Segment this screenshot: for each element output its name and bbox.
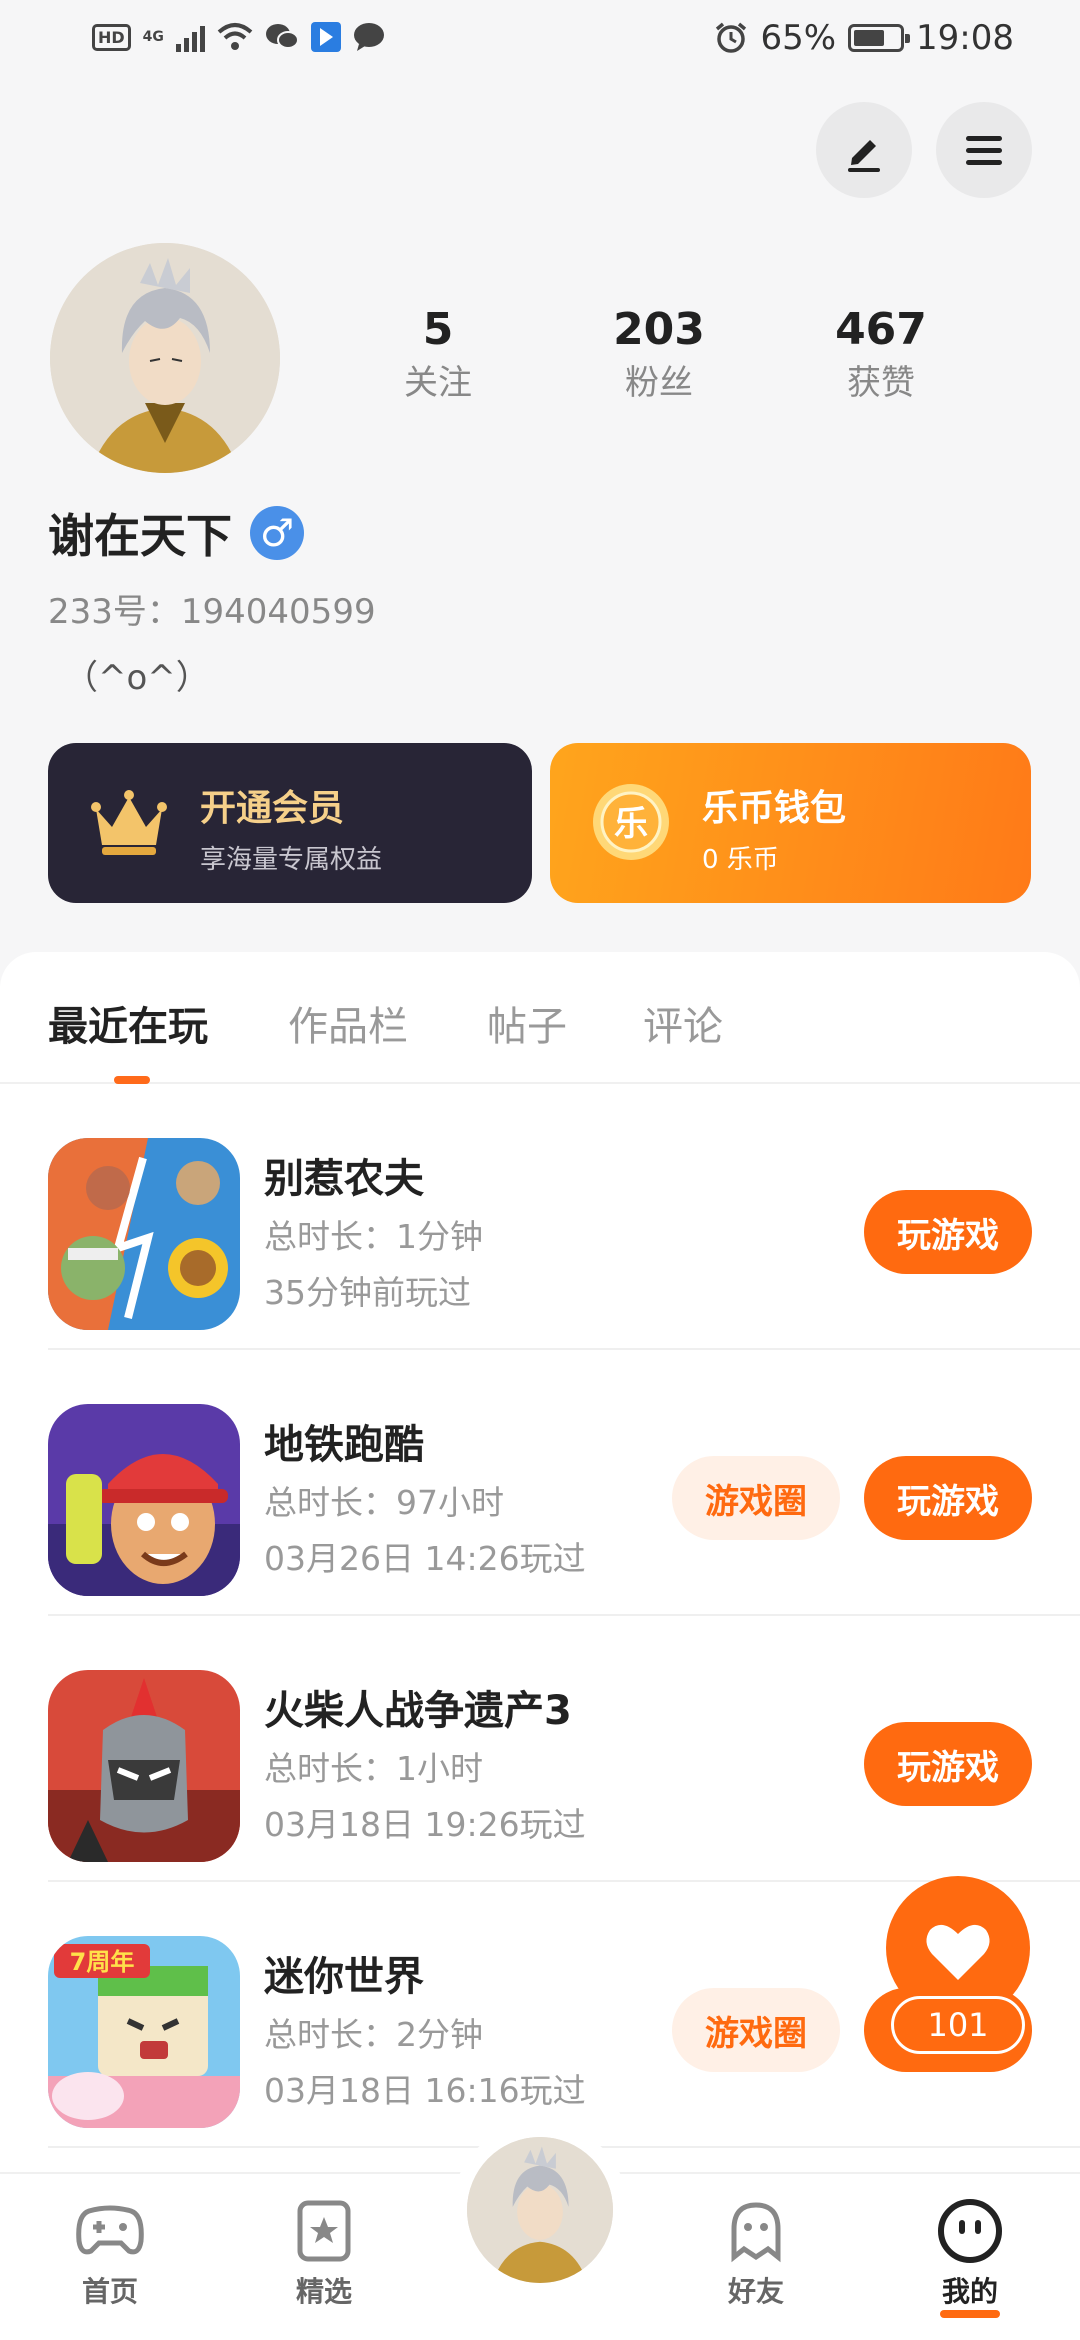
followers-count: 203 — [613, 304, 705, 355]
following-label: 关注 — [404, 363, 472, 403]
avatar-image — [50, 243, 280, 473]
tab-posts[interactable]: 帖子 — [487, 994, 567, 1052]
wechat-icon — [265, 24, 299, 49]
game-icon-subway-surfers[interactable] — [48, 1404, 240, 1596]
user-bio: （^o^） — [64, 658, 210, 698]
game-circle-button[interactable]: 游戏圈 — [672, 1988, 840, 2072]
like-count[interactable]: 101 — [891, 1996, 1025, 2054]
nav-friends[interactable]: 好友 — [686, 2196, 826, 2310]
app-notification-icon — [310, 22, 341, 52]
game-item[interactable]: 地铁跑酷 总时长：97小时 03月26日 14:26玩过 游戏圈 玩游戏 — [0, 1350, 1080, 1616]
bottom-navigation: 首页 精选 好友 我的 — [0, 2122, 1080, 2340]
star-bookmark-icon — [289, 2196, 359, 2266]
clock: 19:08 — [916, 18, 1014, 58]
game-last-played: 03月26日 14:26玩过 — [264, 1539, 586, 1578]
play-game-button[interactable]: 玩游戏 — [864, 1190, 1032, 1274]
profile-tabs: 最近在玩 作品栏 帖子 评论 — [0, 952, 1080, 1084]
edit-profile-button[interactable] — [816, 102, 912, 198]
game-name: 火柴人战争遗产3 — [264, 1688, 572, 1734]
nav-featured[interactable]: 精选 — [254, 2196, 394, 2310]
status-bar-left: HD 4G — [92, 22, 385, 52]
nav-home[interactable]: 首页 — [40, 2196, 180, 2310]
tab-comments[interactable]: 评论 — [643, 994, 723, 1052]
game-item[interactable]: 别惹农夫 总时长：1分钟 35分钟前玩过 玩游戏 — [0, 1084, 1080, 1350]
game-name: 迷你世界 — [264, 1954, 424, 2000]
likes-label: 获赞 — [847, 363, 915, 403]
game-duration: 总时长：2分钟 — [264, 2015, 483, 2054]
game-duration: 总时长：1小时 — [264, 1749, 483, 1788]
crown-icon — [91, 790, 167, 855]
game-icon-stick-war[interactable] — [48, 1670, 240, 1862]
pencil-icon — [848, 140, 880, 172]
game-artwork — [48, 1670, 240, 1862]
game-last-played: 03月18日 16:16玩过 — [264, 2071, 586, 2110]
game-item[interactable]: 火柴人战争遗产3 总时长：1小时 03月18日 19:26玩过 玩游戏 — [0, 1616, 1080, 1882]
smiley-icon — [935, 2196, 1005, 2266]
game-duration: 总时长：97小时 — [264, 1483, 504, 1522]
followers-label: 粉丝 — [625, 363, 693, 403]
profile-avatar[interactable] — [50, 243, 280, 473]
network-type: 4G — [142, 29, 164, 45]
wifi-icon — [217, 23, 253, 50]
wallet-title: 乐币钱包 — [702, 788, 847, 829]
battery-percent: 65% — [760, 18, 837, 58]
alarm-icon — [716, 22, 747, 53]
vip-membership-card[interactable]: 开通会员 享海量专属权益 — [48, 743, 532, 903]
nav-label: 精选 — [295, 2275, 352, 2308]
stat-followers[interactable]: 203 粉丝 — [579, 302, 739, 408]
status-bar: HD 4G 65% 19:08 — [0, 0, 1080, 84]
gamepad-icon — [75, 2196, 145, 2266]
ghost-icon — [721, 2196, 791, 2266]
avatar — [467, 2137, 613, 2283]
following-count: 5 — [422, 304, 454, 355]
coin-wallet-card[interactable]: 乐 乐币钱包 0 乐币 — [550, 743, 1031, 903]
game-artwork — [48, 1404, 240, 1596]
battery-icon — [848, 24, 911, 52]
coin-icon: 乐 — [593, 784, 669, 860]
game-last-played: 35分钟前玩过 — [264, 1273, 471, 1312]
tab-works[interactable]: 作品栏 — [288, 994, 408, 1052]
vip-subtitle: 享海量专属权益 — [200, 845, 383, 875]
wallet-balance: 0 乐币 — [702, 845, 779, 875]
coin-icon-text: 乐 — [614, 804, 648, 844]
game-circle-button[interactable]: 游戏圈 — [672, 1456, 840, 1540]
active-tab-indicator — [114, 1076, 150, 1084]
user-id[interactable]: 233号：194040599 — [48, 584, 376, 633]
vip-title: 开通会员 — [200, 788, 345, 829]
signal-icon — [175, 22, 205, 52]
play-game-button[interactable]: 玩游戏 — [864, 1456, 1032, 1540]
nav-center-avatar-button[interactable] — [452, 2122, 628, 2298]
game-artwork: 7周年 — [48, 1936, 240, 2128]
stat-following[interactable]: 5 关注 — [358, 302, 518, 408]
male-gender-icon: ♂ — [250, 506, 304, 560]
game-duration: 总时长：1分钟 — [264, 1217, 483, 1256]
anniversary-badge-text: 7周年 — [70, 1948, 135, 1976]
message-icon — [353, 23, 384, 51]
stat-likes[interactable]: 467 获赞 — [801, 302, 961, 408]
play-game-button[interactable]: 玩游戏 — [864, 1722, 1032, 1806]
username: 谢在天下 ♂ — [48, 500, 304, 566]
active-nav-indicator — [940, 2310, 1000, 2318]
likes-count: 467 — [835, 304, 927, 355]
username-text: 谢在天下 — [48, 509, 232, 563]
status-bar-right: 65% 19:08 — [714, 18, 1014, 58]
nav-label: 我的 — [941, 2275, 998, 2308]
hamburger-icon — [966, 136, 1002, 165]
game-icon-dont-mess-farmer[interactable] — [48, 1138, 240, 1330]
hd-icon: HD — [92, 23, 131, 51]
tab-recent-play[interactable]: 最近在玩 — [48, 994, 208, 1052]
nav-label: 首页 — [81, 2275, 138, 2308]
nav-mine[interactable]: 我的 — [900, 2196, 1040, 2318]
nav-label: 好友 — [727, 2275, 784, 2308]
game-artwork — [48, 1138, 240, 1330]
game-name: 地铁跑酷 — [264, 1422, 424, 1468]
game-icon-mini-world[interactable]: 7周年 — [48, 1936, 240, 2128]
game-last-played: 03月18日 19:26玩过 — [264, 1805, 586, 1844]
menu-button[interactable] — [936, 102, 1032, 198]
game-name: 别惹农夫 — [264, 1156, 424, 1202]
